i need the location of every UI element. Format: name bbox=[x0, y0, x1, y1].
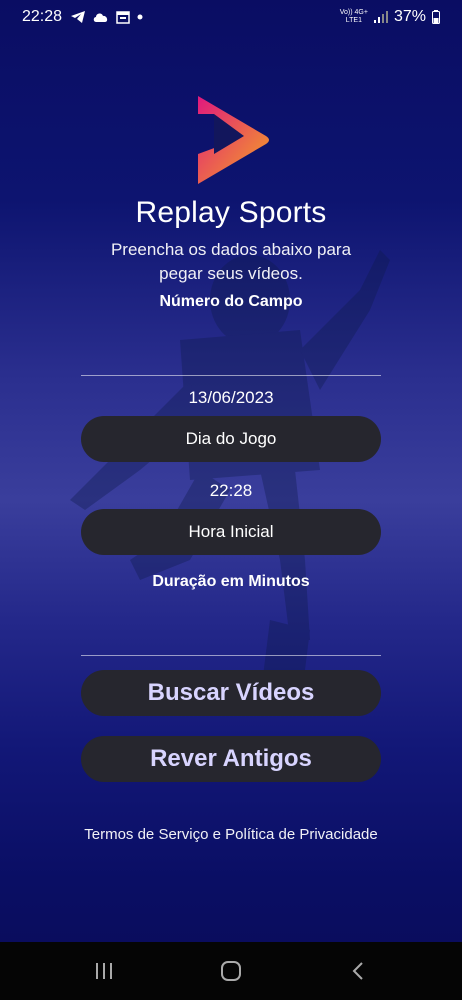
notification-icons bbox=[70, 10, 144, 24]
back-button[interactable] bbox=[338, 951, 378, 991]
field-number-label[interactable]: Número do Campo bbox=[0, 293, 462, 311]
battery-icon bbox=[432, 10, 440, 24]
app-screen: 22:28 Vo)) 4G+ LTE1 37% Replay Sports Pr… bbox=[0, 0, 462, 1000]
start-time-button[interactable]: Hora Inicial bbox=[81, 509, 381, 555]
app-subtitle: Preencha os dados abaixo para pegar seus… bbox=[110, 240, 352, 283]
app-title: Replay Sports bbox=[135, 196, 327, 229]
selected-date: 13/06/2023 bbox=[188, 388, 274, 407]
battery-percent: 37% bbox=[393, 8, 426, 25]
status-bar: 22:28 Vo)) 4G+ LTE1 37% bbox=[0, 0, 462, 34]
back-icon bbox=[352, 962, 364, 980]
network-sim: LTE1 bbox=[345, 17, 362, 24]
selected-time: 22:28 bbox=[209, 481, 253, 500]
recent-apps-button[interactable] bbox=[84, 951, 124, 991]
home-button[interactable] bbox=[211, 951, 251, 991]
system-indicators: Vo)) 4G+ LTE1 37% bbox=[340, 8, 440, 26]
recent-apps-icon bbox=[95, 963, 112, 979]
telegram-icon bbox=[71, 11, 86, 23]
signal-icon bbox=[373, 11, 388, 23]
network-label: Vo)) 4G+ LTE1 bbox=[340, 9, 368, 25]
terms-privacy-link[interactable]: Termos de Serviço e Política de Privacid… bbox=[0, 826, 462, 843]
cloud-icon bbox=[93, 13, 108, 22]
game-day-button[interactable]: Dia do Jogo bbox=[81, 416, 381, 462]
divider-bottom bbox=[81, 655, 381, 656]
status-time: 22:28 bbox=[22, 8, 63, 25]
replay-sports-logo bbox=[198, 96, 269, 184]
search-videos-button[interactable]: Buscar Vídeos bbox=[81, 670, 381, 716]
divider-top bbox=[81, 375, 381, 376]
home-icon bbox=[220, 961, 241, 981]
network-type: Vo)) 4G+ bbox=[339, 9, 368, 16]
review-old-button[interactable]: Rever Antigos bbox=[81, 736, 381, 782]
calendar-icon bbox=[116, 11, 130, 24]
duration-label[interactable]: Duração em Minutos bbox=[0, 573, 462, 591]
system-nav-bar bbox=[0, 942, 462, 1000]
dot-icon bbox=[137, 14, 143, 20]
